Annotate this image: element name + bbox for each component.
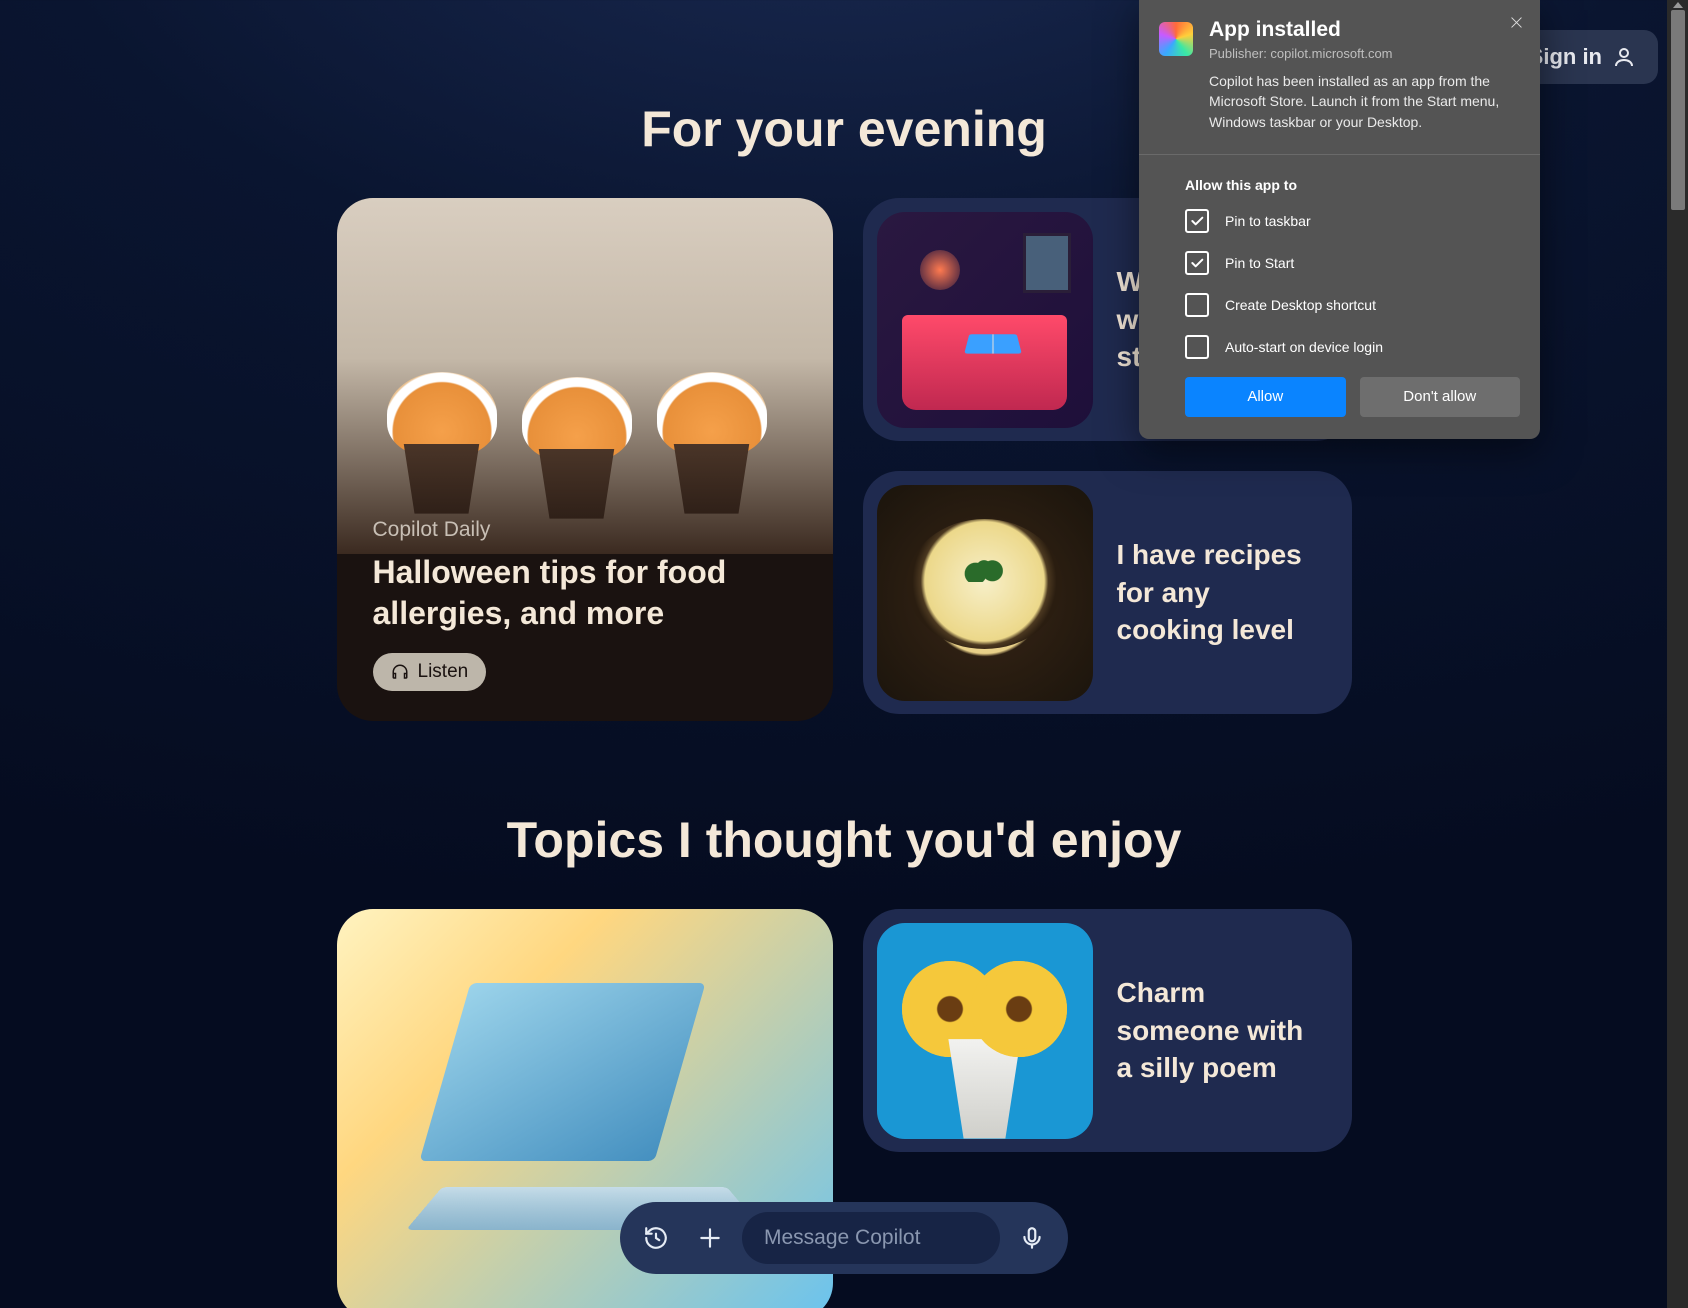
section-title-topics: Topics I thought you'd enjoy (507, 811, 1182, 869)
popup-publisher: Publisher: copilot.microsoft.com (1209, 46, 1520, 61)
card-image-bedroom (877, 212, 1093, 428)
popup-title: App installed (1209, 18, 1520, 42)
popup-header-text: App installed Publisher: copilot.microso… (1209, 18, 1520, 132)
history-button[interactable] (634, 1216, 678, 1260)
hero-card-daily[interactable]: Copilot Daily Halloween tips for food al… (337, 198, 833, 721)
card-text: I have recipes for any cooking level (1117, 536, 1324, 649)
checkbox-icon (1185, 251, 1209, 275)
checkbox-label: Pin to Start (1225, 255, 1294, 271)
popup-buttons: Allow Don't allow (1185, 377, 1520, 417)
allow-heading: Allow this app to (1185, 177, 1520, 193)
plus-icon (697, 1225, 723, 1251)
popup-description: Copilot has been installed as an app fro… (1209, 71, 1520, 132)
user-icon (1612, 45, 1636, 69)
headphones-icon (391, 663, 409, 681)
chat-input[interactable] (764, 1226, 978, 1250)
hero-image-cupcakes (337, 198, 833, 554)
checkbox-label: Auto-start on device login (1225, 339, 1383, 355)
add-button[interactable] (688, 1216, 732, 1260)
checkbox-autostart[interactable]: Auto-start on device login (1185, 335, 1520, 359)
section-title-evening: For your evening (641, 100, 1047, 158)
app-installed-popup: App installed Publisher: copilot.microso… (1139, 0, 1540, 439)
checkbox-icon (1185, 209, 1209, 233)
checkbox-icon (1185, 293, 1209, 317)
popup-header: App installed Publisher: copilot.microso… (1139, 0, 1540, 155)
mic-icon (1019, 1225, 1045, 1251)
listen-label: Listen (418, 661, 469, 683)
hero-title: Halloween tips for food allergies, and m… (373, 552, 797, 635)
checkbox-pin-taskbar[interactable]: Pin to taskbar (1185, 209, 1520, 233)
listen-button[interactable]: Listen (373, 653, 487, 691)
mic-button[interactable] (1010, 1216, 1054, 1260)
scroll-up-arrow-icon (1671, 0, 1685, 10)
chat-input-wrap (742, 1212, 1000, 1264)
card-recipes[interactable]: I have recipes for any cooking level (863, 471, 1352, 714)
hero-content: Copilot Daily Halloween tips for food al… (373, 518, 797, 691)
copilot-app-icon (1159, 22, 1193, 56)
checkbox-label: Create Desktop shortcut (1225, 297, 1376, 313)
hero-eyebrow: Copilot Daily (373, 518, 797, 542)
allow-button[interactable]: Allow (1185, 377, 1346, 417)
chat-bar (620, 1202, 1068, 1274)
card-text: Charm someone with a silly poem (1117, 974, 1324, 1087)
popup-body: Allow this app to Pin to taskbar Pin to … (1139, 155, 1540, 439)
history-icon (643, 1225, 669, 1251)
close-icon (1508, 14, 1525, 31)
scroll-thumb[interactable] (1671, 10, 1685, 210)
checkbox-pin-start[interactable]: Pin to Start (1185, 251, 1520, 275)
dont-allow-button[interactable]: Don't allow (1360, 377, 1521, 417)
popup-close-button[interactable] (1504, 10, 1528, 34)
checkbox-icon (1185, 335, 1209, 359)
checkbox-desktop-shortcut[interactable]: Create Desktop shortcut (1185, 293, 1520, 317)
card-image-flowers (877, 923, 1093, 1139)
scrollbar[interactable] (1667, 0, 1688, 1308)
card-image-soup (877, 485, 1093, 701)
checkbox-label: Pin to taskbar (1225, 213, 1311, 229)
card-silly-poem[interactable]: Charm someone with a silly poem (863, 909, 1352, 1152)
